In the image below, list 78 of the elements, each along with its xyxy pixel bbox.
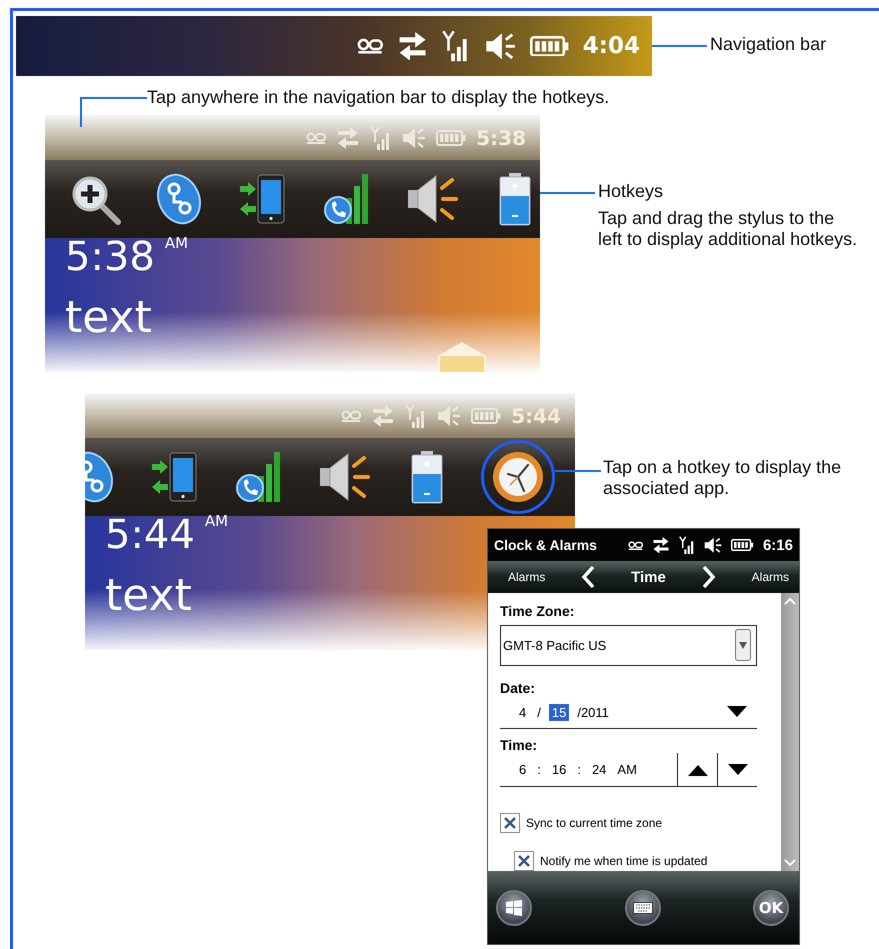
picker-segment[interactable]: 15	[548, 704, 570, 721]
down-triangle-icon	[726, 764, 748, 776]
checkbox-label: Notify me when time is updated	[540, 854, 708, 868]
picker-segment[interactable]: /2011	[574, 704, 612, 721]
battery-icon	[471, 408, 502, 424]
home-text: text	[65, 294, 152, 342]
link-icon	[306, 132, 326, 144]
previous-icon[interactable]	[581, 565, 596, 589]
time-picker[interactable]: 6 : 16 : 24 AM	[500, 753, 757, 788]
callout-title: Hotkeys	[598, 181, 664, 202]
date-picker[interactable]: 4 / 15 /2011	[500, 696, 757, 730]
windows-logo-icon	[505, 898, 523, 916]
picker-segment[interactable]: :	[534, 761, 544, 778]
leader-line	[652, 45, 707, 47]
next-tab[interactable]: Alarms	[752, 570, 789, 584]
hotkey-bar[interactable]	[85, 438, 575, 516]
check-mark-icon	[504, 817, 516, 830]
keyboard-icon	[632, 902, 652, 914]
picker-segment[interactable]: 6	[516, 761, 530, 778]
picker-segment[interactable]: /	[534, 704, 544, 721]
arrows-icon	[652, 536, 670, 554]
checkbox[interactable]	[500, 813, 520, 834]
hotkey-button[interactable]	[481, 440, 555, 514]
status-time: 4:04	[582, 33, 640, 59]
checkbox[interactable]	[514, 851, 534, 872]
picker-segment[interactable]: AM	[614, 761, 640, 778]
link-icon	[356, 38, 383, 54]
clock-time: 5:44	[105, 512, 195, 558]
check-mark-icon	[518, 855, 530, 868]
callout-text: Tap on a hotkey to display the associated app.	[603, 457, 842, 499]
scroll-up-icon[interactable]	[784, 597, 796, 605]
callout-text: Tap anywhere in the navigation bar to display the hotkeys.	[147, 87, 610, 108]
current-tab[interactable]: Time	[631, 568, 666, 586]
callout-text: Navigation bar	[710, 34, 826, 55]
link-icon	[628, 540, 643, 550]
arrows-icon	[396, 32, 428, 60]
speaker-icon	[437, 404, 462, 426]
leader-line	[540, 192, 595, 194]
dropdown-arrow-icon	[739, 641, 747, 650]
battery-icon	[731, 539, 754, 551]
app-title: Clock & Alarms	[494, 537, 597, 553]
field-label: Time:	[500, 737, 538, 754]
status-time: 6:16	[762, 536, 793, 554]
clock-meridiem: AM	[204, 512, 228, 530]
field-label: Date:	[500, 680, 536, 696]
picker-segment[interactable]: 16	[548, 761, 570, 778]
picker-segment[interactable]: :	[574, 761, 584, 778]
link-icon	[341, 410, 362, 422]
callout-text: Tap and drag the stylus to the left to display additional hotkeys.	[598, 208, 858, 250]
checkbox-label: Sync to current time zone	[526, 816, 662, 830]
start-button[interactable]	[496, 890, 532, 926]
down-triangle-icon	[726, 706, 748, 718]
hotkey-bar[interactable]	[45, 160, 540, 238]
battery-icon	[530, 36, 569, 56]
status-time: 5:44	[511, 404, 561, 428]
arrows-icon	[336, 126, 360, 148]
signal-icon	[678, 536, 696, 554]
scrollbar[interactable]	[781, 593, 799, 871]
clock-time: 5:38	[65, 234, 155, 280]
speaker-icon	[402, 126, 426, 148]
previous-tab[interactable]: Alarms	[508, 570, 546, 584]
arrows-icon	[371, 404, 396, 426]
clock-icon	[491, 450, 545, 504]
battery-icon	[436, 130, 466, 146]
picker-segment[interactable]: 4	[516, 704, 530, 721]
status-time: 5:38	[476, 126, 526, 150]
field-label: Time Zone:	[500, 603, 576, 619]
speaker-icon	[704, 536, 722, 554]
up-triangle-icon	[686, 764, 708, 776]
speaker-icon	[484, 32, 516, 60]
next-icon[interactable]	[702, 565, 716, 589]
scroll-down-icon[interactable]	[784, 859, 796, 867]
keyboard-button[interactable]	[624, 890, 660, 926]
picker-segment[interactable]: 24	[588, 761, 610, 778]
ok-button[interactable]: OK	[753, 890, 789, 926]
time-zone-dropdown[interactable]: GMT-8 Pacific US	[500, 625, 757, 666]
home-text: text	[105, 572, 192, 620]
clock-meridiem: AM	[164, 234, 188, 252]
